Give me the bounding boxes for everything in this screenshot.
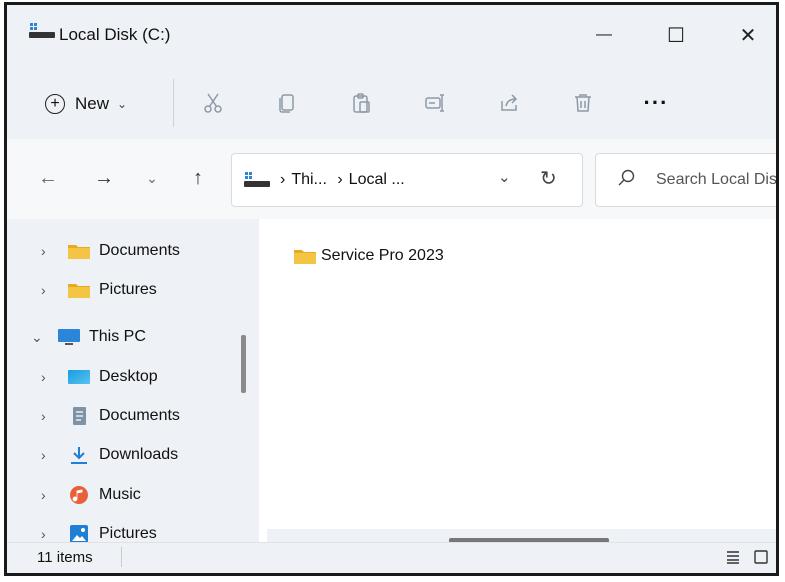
chevron-right-icon[interactable]: › [41,447,55,463]
sidebar-item-label: This PC [89,328,146,345]
up-arrow-icon: ↑ [193,166,203,189]
desktop-icon [67,368,91,386]
chevron-down-icon[interactable]: ⌄ [31,329,45,346]
chevron-right-icon[interactable]: › [41,243,55,259]
paste-button[interactable] [343,85,379,121]
sidebar-item-this-pc[interactable]: ⌄ This PC [7,319,239,355]
sidebar-item-label: Pictures [99,525,157,542]
chevron-right-icon[interactable]: › [41,526,55,542]
chevron-right-icon[interactable]: › [41,282,55,298]
item-count: 11 items [37,549,93,566]
address-bar[interactable]: › Thi... › Local ... ⌄ ↻ [231,153,583,207]
chevron-down-icon[interactable]: ⌄ [498,168,511,186]
document-icon [67,407,91,425]
music-icon [67,486,91,504]
sidebar-item-label: Desktop [99,368,158,385]
new-button-label: New [75,94,110,113]
navigation-bar: ← → ⌄ ↑ › Thi... › Local ... ⌄ ↻ Search … [7,139,776,220]
details-view-button[interactable] [723,547,743,567]
sidebar-item-label: Music [99,486,141,503]
breadcrumb-this-pc[interactable]: Thi... [291,171,327,188]
drive-icon [29,23,55,38]
sidebar-item-documents-pc[interactable]: › Documents [7,398,239,434]
breadcrumb-separator: › [337,171,343,188]
minimize-icon: — [596,26,612,43]
rename-button[interactable] [417,85,453,121]
sidebar-item-music[interactable]: › Music [7,477,239,513]
sidebar-item-desktop[interactable]: › Desktop [7,359,239,395]
sidebar-item-label: Documents [99,407,180,424]
copy-icon [279,94,294,113]
pictures-icon [67,525,91,543]
delete-icon [575,94,591,112]
tiles-view-button[interactable] [751,547,771,567]
sidebar-item-label: Pictures [99,281,157,298]
title-bar[interactable]: Local Disk (C:) — ☐ ✕ [7,5,776,67]
drive-icon [244,172,270,187]
breadcrumb-local-disk[interactable]: Local ... [349,171,405,188]
sidebar-item-label: Downloads [99,446,179,463]
window-title: Local Disk (C:) [59,25,171,44]
up-button[interactable]: ↑ [183,163,213,193]
sidebar-item-pictures[interactable]: › Pictures [7,272,239,308]
plus-icon: + [45,94,65,114]
sidebar-item-downloads[interactable]: › Downloads [7,437,239,473]
search-input[interactable]: Search Local Disk (C:) [656,171,776,189]
maximize-icon: ☐ [667,24,685,47]
forward-arrow-icon: → [94,166,114,189]
copy-button[interactable] [269,85,305,121]
tiles-view-icon [754,550,768,564]
command-bar: + New ⌄ ··· [7,67,776,140]
chevron-down-icon: ⌄ [146,169,158,186]
back-arrow-icon: ← [38,166,58,189]
maximize-button[interactable]: ☐ [647,13,705,57]
sidebar-item-documents[interactable]: › Documents [7,233,239,269]
more-options-button[interactable]: ··· [635,85,677,121]
forward-button[interactable]: → [89,163,119,193]
share-icon [501,94,518,111]
list-item[interactable]: Service Pro 2023 [293,247,444,265]
minimize-button[interactable]: — [575,13,633,57]
status-divider [121,547,122,567]
close-icon: ✕ [739,24,757,47]
folder-icon [67,242,91,260]
folder-icon [293,247,317,265]
navigation-pane: › Documents › Pictures ⌄ This PC › Deskt… [7,219,259,551]
sidebar-scrollbar[interactable] [241,335,246,393]
folder-icon [67,281,91,299]
breadcrumb: › Thi... › Local ... [280,171,411,189]
delete-button[interactable] [565,85,601,121]
file-list: Service Pro 2023 [259,219,776,551]
chevron-right-icon[interactable]: › [41,369,55,385]
paste-icon [353,93,370,113]
search-box[interactable]: Search Local Disk (C:) [595,153,776,207]
file-name: Service Pro 2023 [321,247,444,264]
close-button[interactable]: ✕ [719,13,776,57]
new-button[interactable]: + New ⌄ [45,87,127,121]
cut-icon [204,93,222,113]
toolbar-divider [173,79,174,127]
file-explorer-window: Local Disk (C:) — ☐ ✕ + New ⌄ ··· ← → ⌄ … [4,2,779,576]
share-button[interactable] [491,85,527,121]
refresh-icon[interactable]: ↻ [540,166,557,191]
details-view-icon [727,551,739,564]
monitor-icon [57,328,81,346]
search-icon [618,169,635,186]
chevron-down-icon: ⌄ [117,97,128,111]
cut-button[interactable] [195,85,231,121]
sidebar-item-label: Documents [99,242,180,259]
chevron-right-icon[interactable]: › [41,408,55,424]
breadcrumb-separator: › [280,171,286,188]
chevron-right-icon[interactable]: › [41,487,55,503]
recent-locations-button[interactable]: ⌄ [137,163,167,193]
download-icon [67,446,91,464]
rename-icon [425,94,444,112]
back-button[interactable]: ← [33,163,63,193]
status-bar: 11 items [7,542,776,573]
